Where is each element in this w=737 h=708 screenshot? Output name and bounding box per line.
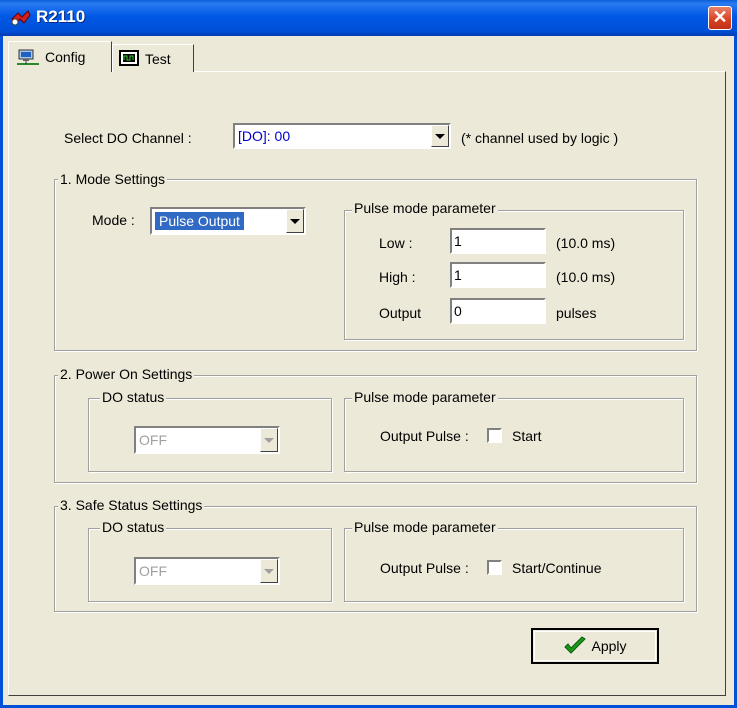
low-label: Low :: [379, 235, 413, 251]
chevron-down-icon[interactable]: [260, 559, 278, 583]
window-frame-left: [0, 36, 3, 708]
chevron-down-icon[interactable]: [286, 209, 304, 233]
channel-select[interactable]: [DO]: 00: [233, 123, 451, 149]
output-label: Output: [379, 305, 422, 321]
power-on-start-label[interactable]: Start: [512, 428, 542, 444]
pulse-param-label-mode: Pulse mode parameter: [352, 200, 498, 216]
chevron-down-icon[interactable]: [260, 428, 278, 452]
safe-status-label: 3. Safe Status Settings: [58, 497, 205, 513]
mode-value: Pulse Output: [155, 212, 245, 230]
safe-output-pulse-label: Output Pulse :: [380, 560, 469, 576]
mode-label: Mode :: [92, 212, 135, 228]
apply-button[interactable]: Apply: [531, 628, 659, 664]
tab-config-label: Config: [45, 49, 86, 65]
window-title: R2110: [36, 7, 86, 26]
power-on-do-status-label: DO status: [100, 389, 167, 405]
safe-do-status-select[interactable]: OFF: [134, 557, 280, 585]
channel-label: Select DO Channel :: [64, 130, 192, 146]
channel-value: [DO]: 00: [238, 128, 291, 144]
apply-label: Apply: [591, 638, 627, 654]
safe-start-continue-checkbox[interactable]: [487, 560, 502, 575]
output-unit: pulses: [556, 305, 597, 321]
high-label: High :: [379, 269, 416, 285]
channel-note: (* channel used by logic ): [461, 130, 619, 146]
safe-do-status-label: DO status: [100, 519, 167, 535]
power-on-output-pulse-label: Output Pulse :: [380, 428, 469, 444]
title-bar[interactable]: [0, 0, 737, 36]
pulse-param-label-power-on: Pulse mode parameter: [352, 389, 498, 405]
app-icon: [11, 10, 31, 26]
close-icon: ✕: [712, 7, 728, 27]
safe-do-status-value: OFF: [139, 563, 167, 579]
low-unit: (10.0 ms): [556, 235, 616, 251]
checkmark-icon: [564, 636, 587, 654]
safe-start-continue-label[interactable]: Start/Continue: [512, 560, 602, 576]
tab-test[interactable]: Test: [112, 44, 194, 72]
high-unit: (10.0 ms): [556, 269, 616, 285]
tab-config[interactable]: Config: [8, 41, 112, 72]
close-button[interactable]: ✕: [708, 6, 732, 30]
pulse-param-label-safe: Pulse mode parameter: [352, 519, 498, 535]
power-on-label: 2. Power On Settings: [58, 366, 195, 382]
mode-settings-label: 1. Mode Settings: [58, 171, 168, 187]
network-computer-icon: [17, 49, 39, 65]
low-input[interactable]: [450, 228, 546, 254]
power-on-do-status-select[interactable]: OFF: [134, 426, 280, 454]
output-input[interactable]: [450, 298, 546, 324]
high-input[interactable]: [450, 262, 546, 288]
monitor-chip-icon: [119, 49, 139, 66]
tab-test-label: Test: [145, 50, 171, 67]
chevron-down-icon[interactable]: [431, 125, 449, 147]
mode-select[interactable]: Pulse Output: [150, 207, 306, 235]
power-on-start-checkbox[interactable]: [487, 428, 502, 443]
power-on-do-status-value: OFF: [139, 432, 167, 448]
